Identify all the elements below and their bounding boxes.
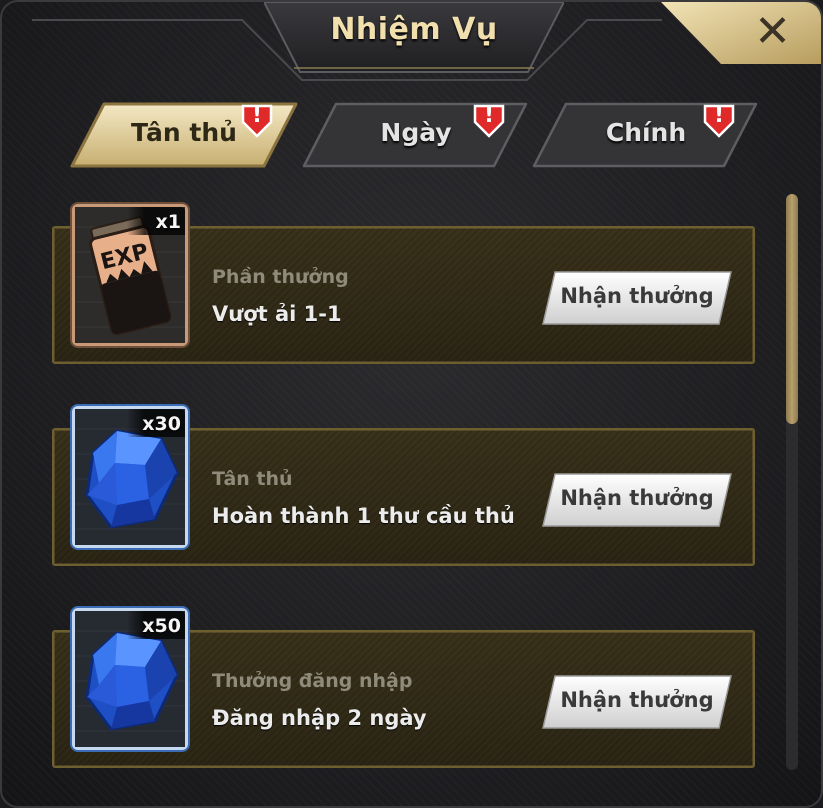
scrollbar-thumb[interactable] — [786, 194, 798, 424]
tab-tan-thu[interactable]: Tân thủ ! — [68, 102, 300, 168]
quest-description: Hoàn thành 1 thư cầu thủ — [212, 504, 515, 528]
alert-icon: ! — [702, 100, 736, 138]
quest-category: Phần thưởng — [212, 266, 349, 288]
alert-icon: ! — [472, 100, 506, 138]
claim-reward-label: Nhận thưởng — [560, 688, 714, 712]
tab-ngay[interactable]: Ngày ! — [300, 102, 532, 168]
quest-list: Phần thưởng Vượt ải 1-1 Nhận thưởng Tân … — [52, 198, 762, 798]
reward-quantity: x50 — [142, 615, 181, 637]
reward-item-gem[interactable]: x50 — [72, 608, 188, 750]
reward-item-exp[interactable]: EXP x1 — [72, 204, 188, 346]
claim-reward-button[interactable]: Nhận thưởng — [541, 472, 733, 528]
reward-item-gem[interactable]: x30 — [72, 406, 188, 548]
alert-icon: ! — [240, 100, 274, 138]
claim-reward-label: Nhận thưởng — [560, 486, 714, 510]
claim-reward-label: Nhận thưởng — [560, 284, 714, 308]
claim-reward-button[interactable]: Nhận thưởng — [541, 270, 733, 326]
scrollbar[interactable] — [786, 194, 798, 770]
alert-mark: ! — [251, 103, 263, 128]
quest-window: Nhiệm Vụ ✕ Tân thủ ! Ngày ! Chính ! Phần… — [0, 0, 823, 808]
close-button[interactable]: ✕ — [661, 2, 821, 64]
reward-quantity: x30 — [142, 413, 181, 435]
alert-mark: ! — [483, 103, 495, 128]
quest-category: Thưởng đăng nhập — [212, 670, 413, 692]
quest-category: Tân thủ — [212, 468, 293, 490]
alert-mark: ! — [713, 103, 725, 128]
quest-description: Đăng nhập 2 ngày — [212, 706, 427, 730]
close-button-plate — [661, 2, 821, 64]
tab-chinh[interactable]: Chính ! — [530, 102, 762, 168]
reward-quantity: x1 — [155, 211, 181, 233]
claim-reward-button[interactable]: Nhận thưởng — [541, 674, 733, 730]
quest-description: Vượt ải 1-1 — [212, 302, 342, 326]
close-icon: ✕ — [754, 6, 791, 57]
